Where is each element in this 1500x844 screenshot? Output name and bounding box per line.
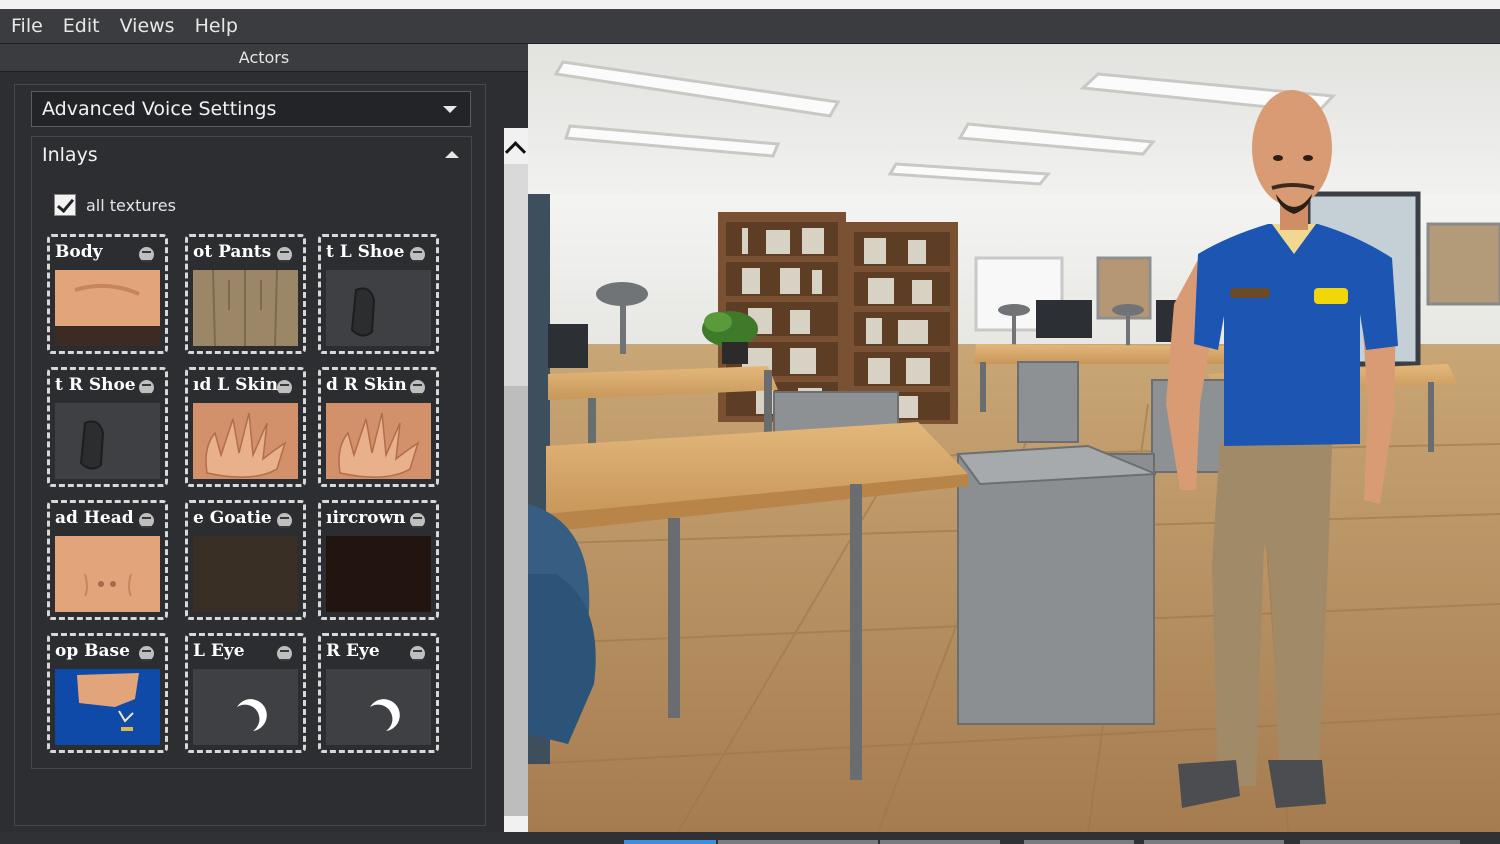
texture-tile-label: R Eye [326,641,380,661]
texture-tile-label: t L Shoe [326,242,405,262]
texture-tile-label: ot Pants [193,242,272,262]
texture-tile[interactable]: ot Pants [185,234,306,354]
texture-menu-icon[interactable] [139,380,154,395]
texture-menu-icon[interactable] [277,513,292,528]
texture-tile[interactable]: op Base [47,633,168,753]
texture-tile[interactable]: d R Skin [318,367,439,487]
texture-tile-label: e Goatie [193,508,272,528]
3d-viewport[interactable] [528,44,1500,832]
texture-thumbnail [326,536,431,612]
texture-tile-label: L Eye [193,641,245,661]
texture-tile-label: ad Head [55,508,134,528]
all-textures-checkbox[interactable] [54,194,76,216]
texture-tile[interactable]: t L Shoe [318,234,439,354]
texture-tile[interactable]: ıd L Skin [185,367,306,487]
texture-menu-icon[interactable] [139,513,154,528]
texture-tile-label: d R Skin [326,375,407,395]
panel-scrollbar[interactable] [504,128,528,844]
cork-board-right [1426,222,1500,306]
taskbar-segment[interactable] [718,840,878,844]
menu-help[interactable]: Help [185,9,248,43]
office-scene [528,44,1500,832]
texture-menu-icon[interactable] [277,646,292,661]
texture-thumbnail [326,669,431,745]
texture-tile-label: ıircrown [326,508,406,528]
taskbar-segment[interactable] [1300,840,1460,844]
scroll-track[interactable] [504,386,528,816]
menu-views[interactable]: Views [110,9,185,43]
menu-bar: File Edit Views Help [0,0,1500,44]
texture-tile[interactable]: L Eye [185,633,306,753]
texture-tile[interactable]: e Goatie [185,500,306,620]
texture-menu-icon[interactable] [277,247,292,262]
texture-tile[interactable]: ıircrown [318,500,439,620]
scroll-up-icon[interactable] [504,128,528,164]
texture-thumbnail [326,270,431,346]
texture-tile[interactable]: ad Head [47,500,168,620]
voice-settings-label: Advanced Voice Settings [42,98,277,120]
inlays-section: Inlays all textures Body ot Pants t L Shoe… [31,136,472,769]
scroll-thumb[interactable] [504,164,528,386]
texture-thumbnail [55,669,160,745]
chevron-up-icon [445,151,459,158]
texture-tile[interactable]: Body [47,234,168,354]
texture-menu-icon[interactable] [139,247,154,262]
texture-thumbnail [55,403,160,479]
texture-tile-label: t R Shoe [55,375,136,395]
texture-thumbnail [193,536,298,612]
texture-tile-label: ıd L Skin [193,375,279,395]
app-window: File Edit Views Help Actors Advanced Voi… [0,0,1500,844]
voice-settings-dropdown[interactable]: Advanced Voice Settings [31,91,471,127]
all-textures-label: all textures [86,195,176,215]
texture-thumbnail [193,403,298,479]
taskbar-segment[interactable] [880,840,1000,844]
menu-edit[interactable]: Edit [53,9,110,43]
texture-menu-icon[interactable] [410,646,425,661]
taskbar-segment[interactable] [1144,840,1284,844]
texture-grid: Body ot Pants t L Shoe t R Shoe ıd L Skin d R… [47,234,447,754]
texture-tile[interactable]: R Eye [318,633,439,753]
texture-menu-icon[interactable] [277,380,292,395]
menu-file[interactable]: File [0,9,53,43]
texture-thumbnail [193,669,298,745]
texture-menu-icon[interactable] [410,380,425,395]
texture-thumbnail [326,403,431,479]
texture-menu-icon[interactable] [410,247,425,262]
texture-tile-label: Body [55,242,103,262]
texture-tile-label: op Base [55,641,130,661]
taskbar-segment[interactable] [1024,840,1134,844]
texture-thumbnail [193,270,298,346]
all-textures-option[interactable]: all textures [54,193,176,217]
panel-title: Actors [0,44,528,72]
inlays-title: Inlays [42,144,98,166]
panel-body: Advanced Voice Settings Inlays all textu… [14,84,486,826]
actors-panel: Actors Advanced Voice Settings Inlays al… [0,44,528,844]
texture-menu-icon[interactable] [410,513,425,528]
inlays-header[interactable]: Inlays [32,137,471,173]
chevron-down-icon [443,106,457,113]
taskbar-segment-active[interactable] [624,840,716,844]
texture-thumbnail [55,536,160,612]
texture-tile[interactable]: t R Shoe [47,367,168,487]
texture-thumbnail [55,270,160,346]
texture-menu-icon[interactable] [139,646,154,661]
